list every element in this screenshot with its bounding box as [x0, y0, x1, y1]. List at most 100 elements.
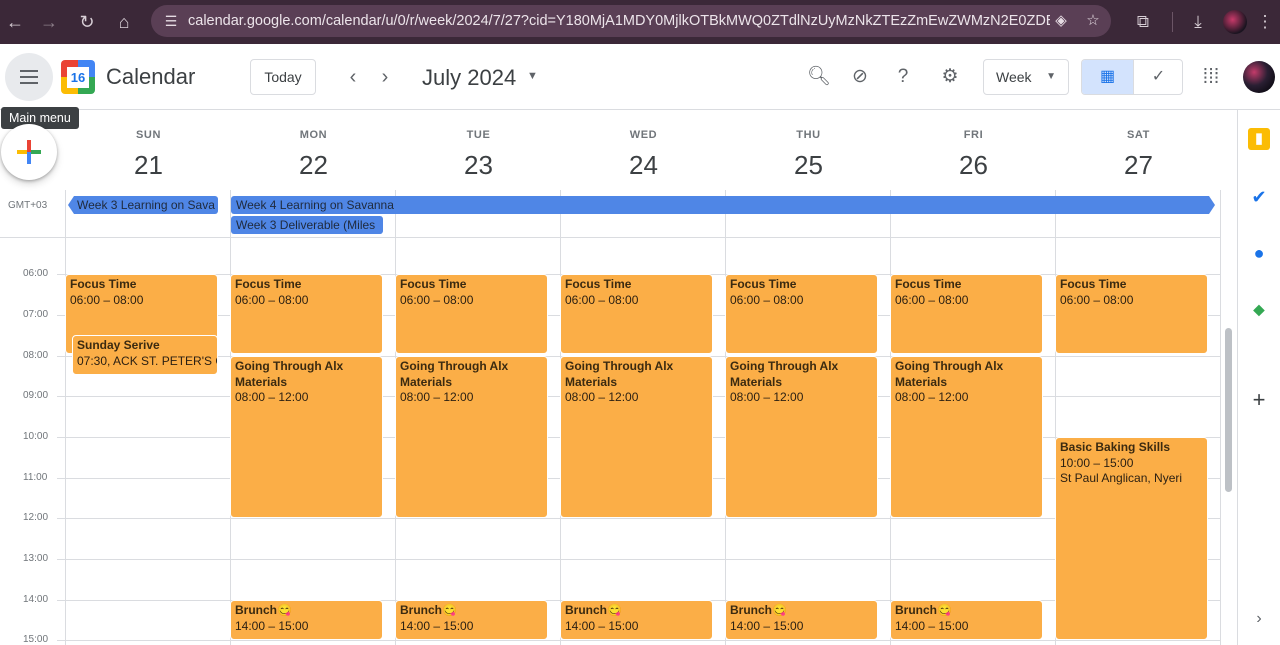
calendar-view-icon[interactable]: ▦: [1082, 60, 1133, 94]
home-icon[interactable]: ⌂: [113, 11, 135, 33]
extensions-icon[interactable]: ⧉: [1131, 10, 1155, 34]
event-title: Brunch😋: [235, 603, 292, 617]
day-header[interactable]: SUN 21: [66, 110, 231, 190]
offline-status-icon[interactable]: ⊘: [847, 64, 873, 90]
month-caret-icon[interactable]: ▼: [527, 70, 538, 82]
event-alx-materials[interactable]: Going Through Alx Materials 08:00 – 12:0…: [890, 356, 1043, 518]
event-title: Going Through Alx Materials: [235, 359, 344, 389]
all-day-event[interactable]: Week 4 Learning on Savanna: [231, 196, 1215, 214]
event-time: 06:00 – 08:00: [1060, 292, 1134, 307]
day-header[interactable]: SAT 27: [1056, 110, 1221, 190]
event-alx-materials[interactable]: Going Through Alx Materials 08:00 – 12:0…: [230, 356, 383, 518]
event-time: 06:00 – 08:00: [895, 292, 969, 307]
event-time: 08:00 – 12:00: [895, 390, 969, 404]
day-number[interactable]: 23: [396, 150, 561, 181]
day-header[interactable]: FRI 26: [891, 110, 1056, 190]
main-menu-button[interactable]: [5, 53, 53, 101]
side-panel: ▮ ✔ ● ⬥ + ›: [1237, 110, 1280, 645]
tasks-view-icon[interactable]: ✓: [1133, 60, 1182, 94]
all-day-event[interactable]: Week 3 Deliverable (Miles: [231, 216, 383, 234]
day-of-week: WED: [629, 129, 658, 141]
search-icon[interactable]: 🔍︎: [806, 64, 832, 90]
event-title: Focus Time: [70, 277, 137, 291]
day-header[interactable]: TUE 23: [396, 110, 561, 190]
month-title[interactable]: July 2024: [422, 65, 516, 91]
time-label: 11:00: [23, 472, 48, 483]
day-header[interactable]: THU 25: [726, 110, 891, 190]
grid-scrollbar[interactable]: [1225, 328, 1232, 492]
event-time: 08:00 – 12:00: [730, 390, 804, 404]
day-number[interactable]: 24: [561, 150, 726, 181]
browser-profile-avatar[interactable]: [1223, 10, 1247, 34]
day-number[interactable]: 25: [726, 150, 891, 181]
show-side-panel-chevron-icon[interactable]: ›: [1248, 608, 1270, 630]
day-header[interactable]: MON 22: [231, 110, 396, 190]
event-time: 08:00 – 12:00: [400, 390, 474, 404]
time-label: 12:00: [23, 512, 49, 523]
contacts-icon[interactable]: ●: [1248, 242, 1270, 264]
keep-icon[interactable]: ▮: [1248, 128, 1270, 150]
calendar-logo-icon[interactable]: 16: [61, 60, 95, 94]
back-icon[interactable]: ←: [4, 11, 26, 33]
maps-icon[interactable]: ⬥: [1248, 299, 1270, 321]
event-focus-time[interactable]: Focus Time 06:00 – 08:00: [395, 274, 548, 354]
event-alx-materials[interactable]: Going Through Alx Materials 08:00 – 12:0…: [725, 356, 878, 518]
settings-gear-icon[interactable]: ⚙: [937, 64, 963, 90]
event-alx-materials[interactable]: Going Through Alx Materials 08:00 – 12:0…: [395, 356, 548, 518]
help-icon[interactable]: ?: [890, 64, 916, 90]
site-settings-icon[interactable]: ☰: [161, 11, 181, 31]
day-number[interactable]: 22: [231, 150, 396, 181]
event-focus-time[interactable]: Focus Time 06:00 – 08:00: [890, 274, 1043, 354]
event-time: 06:00 – 08:00: [235, 292, 309, 307]
event-focus-time[interactable]: Focus Time 06:00 – 08:00: [725, 274, 878, 354]
event-sunday-service[interactable]: Sunday Serive 07:30, ACK ST. PETER'S C: [72, 335, 218, 375]
app-title[interactable]: Calendar: [106, 64, 195, 90]
event-focus-time[interactable]: Focus Time 06:00 – 08:00: [560, 274, 713, 354]
time-label: 08:00: [23, 350, 49, 361]
next-week-button[interactable]: ›: [371, 63, 399, 91]
day-number[interactable]: 21: [66, 150, 231, 181]
reload-icon[interactable]: ↻: [76, 11, 98, 33]
day-header[interactable]: WED 24: [561, 110, 726, 190]
event-brunch[interactable]: Brunch😋 14:00 – 15:00: [395, 600, 548, 640]
forward-icon[interactable]: →: [38, 11, 60, 33]
event-time: 10:00 – 15:00: [1060, 455, 1134, 470]
google-apps-icon[interactable]: ⁞⁞⁞: [1199, 65, 1223, 89]
event-title: Going Through Alx Materials: [730, 359, 839, 389]
time-label: 10:00: [23, 431, 49, 442]
install-app-icon[interactable]: ◈: [1051, 11, 1071, 31]
browser-menu-icon[interactable]: ⋮: [1253, 10, 1277, 34]
event-time: 06:00 – 08:00: [400, 292, 474, 307]
event-title: Focus Time: [565, 277, 632, 291]
event-focus-time[interactable]: Focus Time 06:00 – 08:00: [230, 274, 383, 354]
event-brunch[interactable]: Brunch😋 14:00 – 15:00: [560, 600, 713, 640]
week-grid[interactable]: 06:00 07:00 08:00 09:00 10:00 11:00 12:0…: [0, 190, 1236, 645]
today-button[interactable]: Today: [250, 59, 316, 95]
event-focus-time[interactable]: Focus Time 06:00 – 08:00: [1055, 274, 1208, 354]
event-brunch[interactable]: Brunch😋 14:00 – 15:00: [890, 600, 1043, 640]
tasks-icon[interactable]: ✔: [1248, 186, 1270, 208]
add-addon-icon[interactable]: +: [1248, 389, 1270, 411]
event-title: Basic Baking Skills: [1060, 440, 1171, 454]
day-number[interactable]: 27: [1056, 150, 1221, 181]
event-time: 06:00 – 08:00: [730, 292, 804, 307]
event-basic-baking-skills[interactable]: Basic Baking Skills 10:00 – 15:00 St Pau…: [1055, 437, 1208, 640]
view-selector[interactable]: Week ▼: [983, 59, 1069, 95]
create-button[interactable]: [1, 124, 57, 180]
all-day-event[interactable]: Week 3 Learning on Sava: [68, 196, 218, 214]
account-avatar[interactable]: [1243, 61, 1275, 93]
event-brunch[interactable]: Brunch😋 14:00 – 15:00: [230, 600, 383, 640]
previous-week-button[interactable]: ‹: [339, 63, 367, 91]
event-time: 08:00 – 12:00: [565, 390, 639, 404]
toolbar-divider: [1172, 12, 1173, 32]
url-text[interactable]: calendar.google.com/calendar/u/0/r/week/…: [188, 13, 1050, 29]
bookmark-star-icon[interactable]: ☆: [1083, 11, 1103, 31]
download-icon[interactable]: ⤓: [1186, 10, 1210, 34]
event-title: Focus Time: [235, 277, 302, 291]
event-alx-materials[interactable]: Going Through Alx Materials 08:00 – 12:0…: [560, 356, 713, 518]
calendar-tasks-toggle[interactable]: ▦ ✓: [1081, 59, 1183, 95]
time-label: 14:00: [23, 594, 49, 605]
event-brunch[interactable]: Brunch😋 14:00 – 15:00: [725, 600, 878, 640]
address-bar[interactable]: ☰ calendar.google.com/calendar/u/0/r/wee…: [151, 5, 1111, 37]
day-number[interactable]: 26: [891, 150, 1056, 181]
